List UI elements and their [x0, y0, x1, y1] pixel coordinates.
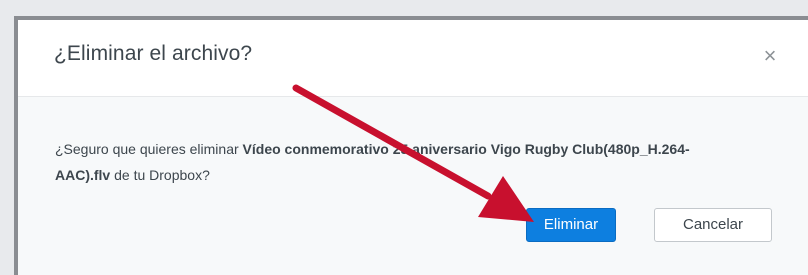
message-prefix: ¿Seguro que quieres eliminar	[55, 141, 243, 157]
dialog-body: ¿Seguro que quieres eliminar Vídeo conme…	[18, 97, 808, 275]
message-suffix: de tu Dropbox?	[110, 167, 210, 183]
dialog-header: ¿Eliminar el archivo? ×	[18, 20, 808, 97]
page-backdrop-left	[0, 0, 14, 275]
delete-button[interactable]: Eliminar	[526, 208, 616, 242]
page-backdrop-top	[0, 0, 808, 16]
confirmation-message: ¿Seguro que quieres eliminar Vídeo conme…	[55, 136, 715, 188]
dialog-title: ¿Eliminar el archivo?	[54, 42, 253, 65]
screenshot: ¿Eliminar el archivo? × ¿Seguro que quie…	[0, 0, 808, 275]
delete-file-dialog: ¿Eliminar el archivo? × ¿Seguro que quie…	[14, 16, 808, 275]
close-icon[interactable]: ×	[758, 44, 782, 68]
cancel-button[interactable]: Cancelar	[654, 208, 772, 242]
